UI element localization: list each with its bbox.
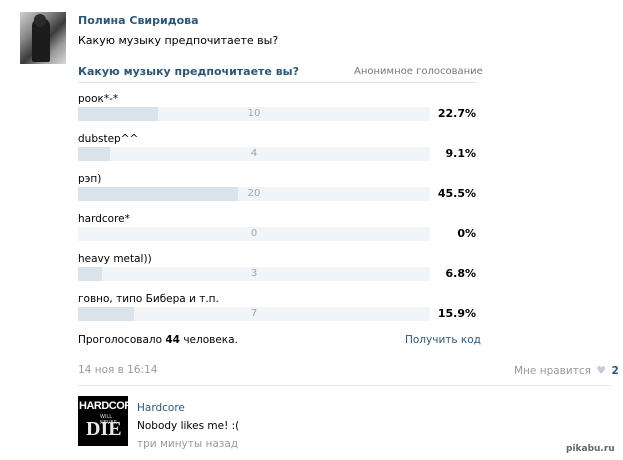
like-button[interactable]: Мне нравится ♥ 2 <box>514 364 619 377</box>
poll-option-percent: 6.8% <box>445 267 476 280</box>
poll-option-bar: 4 <box>78 147 430 161</box>
votes-summary: Проголосовало 44 человека. <box>78 334 238 346</box>
poll-option[interactable]: рэп) 20 45.5% <box>78 173 478 213</box>
poll-option-count: 10 <box>247 108 261 119</box>
poll-option-percent: 15.9% <box>437 307 476 320</box>
like-label: Мне нравится <box>514 365 591 377</box>
poll-option-count: 4 <box>250 148 258 159</box>
poll-option-bar: 0 <box>78 227 430 241</box>
post-text: Какую музыку предпочитаете вы? <box>78 34 279 47</box>
poll-option-percent: 45.5% <box>437 187 476 200</box>
comment-text: Nobody likes me! :( <box>137 420 240 432</box>
poll-divider <box>78 82 476 83</box>
poll-option-label: говно, типо Бибера и т.п. <box>78 293 219 305</box>
author-avatar[interactable] <box>20 12 66 64</box>
votes-suffix: человека. <box>183 334 238 346</box>
comment-time[interactable]: три минуты назад <box>137 438 238 450</box>
like-count: 2 <box>611 365 619 377</box>
avatar-logo-text: HARDCORE <box>79 400 128 412</box>
get-code-link[interactable]: Получить код <box>405 334 481 346</box>
poll-option-count: 20 <box>247 188 261 199</box>
poll-option[interactable]: hardcore* 0 0% <box>78 213 478 253</box>
poll-title: Какую музыку предпочитаете вы? <box>78 65 299 78</box>
poll-option-percent: 0% <box>457 227 476 240</box>
poll-option-count: 3 <box>250 268 258 279</box>
votes-prefix: Проголосовало <box>78 334 163 346</box>
poll-option-percent: 22.7% <box>437 107 476 120</box>
poll-option[interactable]: heavy metal)) 3 6.8% <box>78 253 478 293</box>
poll-option[interactable]: говно, типо Бибера и т.п. 7 15.9% <box>78 293 478 333</box>
poll-option-count: 7 <box>250 308 258 319</box>
poll-option-bar: 3 <box>78 267 430 281</box>
poll-option-bar: 20 <box>78 187 430 201</box>
avatar-logo-die: DIE <box>86 418 122 440</box>
poll-option-label: heavy metal)) <box>78 253 152 265</box>
heart-icon: ♥ <box>596 364 607 377</box>
post-author-link[interactable]: Полина Свиридова <box>78 14 199 27</box>
watermark: pikabu.ru <box>566 444 615 454</box>
comment-author-link[interactable]: Hardcore <box>137 402 185 414</box>
comment-avatar[interactable]: HARDCORE WILL NEVER DIE <box>78 396 128 446</box>
poll-option-bar: 10 <box>78 107 430 121</box>
poll-option[interactable]: роок*-* 10 22.7% <box>78 93 478 133</box>
poll-option-label: dubstep^^ <box>78 133 139 145</box>
avatar-head <box>34 14 46 27</box>
comments-divider <box>78 385 612 386</box>
poll-option-percent: 9.1% <box>445 147 476 160</box>
votes-count: 44 <box>165 334 180 346</box>
poll-option-label: hardcore* <box>78 213 130 225</box>
poll-type-label: Анонимное голосование <box>354 66 483 77</box>
poll-option[interactable]: dubstep^^ 4 9.1% <box>78 133 478 173</box>
poll-option-label: роок*-* <box>78 93 119 105</box>
poll-option-count: 0 <box>250 228 258 239</box>
poll-option-label: рэп) <box>78 173 102 185</box>
poll-option-bar: 7 <box>78 307 430 321</box>
post-date[interactable]: 14 ноя в 16:14 <box>78 364 157 376</box>
